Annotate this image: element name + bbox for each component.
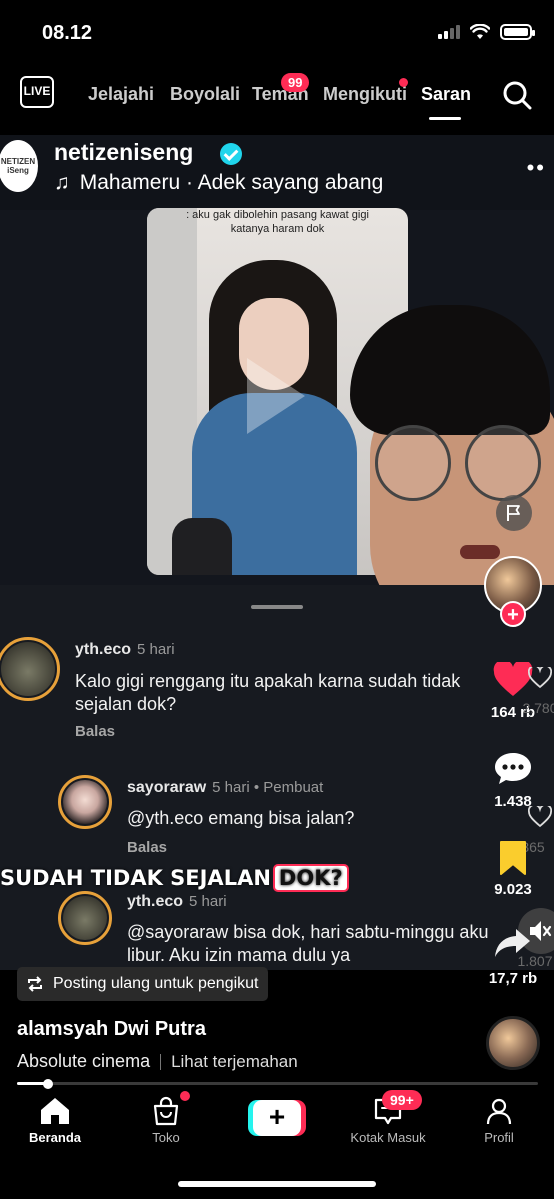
music-note-icon: ♫ (54, 171, 70, 194)
more-options-icon[interactable]: •• (527, 155, 546, 181)
comment-user[interactable]: yth.eco 5 hari (75, 641, 175, 659)
inbox-badge: 99+ (382, 1090, 422, 1110)
mengikuti-dot (399, 78, 408, 87)
progress-knob[interactable] (43, 1079, 53, 1089)
account-name[interactable]: netizeniseng (54, 139, 193, 166)
home-indicator (178, 1181, 376, 1187)
comment-avatar[interactable] (58, 775, 112, 829)
ghost-heart-icon (528, 806, 552, 828)
reply-button[interactable]: Balas (127, 839, 167, 856)
description-row: Absolute cinema Lihat terjemahan (17, 1051, 298, 1072)
music-line: ♫ Mahameru · Adek sayang abang (54, 171, 383, 195)
overlay-caption-text: SUDAH TIDAK SEJALAN (0, 866, 271, 890)
overlay-caption: SUDAH TIDAK SEJALAN DOK? (0, 861, 349, 895)
tab-beranda[interactable]: Beranda (5, 1096, 105, 1145)
bookmark-icon[interactable] (499, 840, 527, 876)
tab-label: Beranda (28, 1130, 82, 1145)
creator-hair (350, 305, 550, 435)
comment-text: Kalo gigi renggang itu apakah karna suda… (75, 671, 461, 714)
plus-icon: + (253, 1100, 301, 1136)
account-avatar[interactable]: NETIZEN iSeng (0, 140, 38, 192)
comment-avatar[interactable] (0, 637, 60, 701)
tab-saran[interactable]: Saran (421, 84, 471, 105)
tab-label: Kotak Masuk (350, 1130, 426, 1145)
toko-notification-dot (180, 1091, 190, 1101)
tab-jelajahi[interactable]: Jelajahi (88, 84, 154, 105)
repost-label: Posting ulang untuk pengikut (53, 975, 259, 992)
home-icon (41, 1098, 69, 1124)
description-text: Absolute cinema (17, 1051, 151, 1071)
comment-meta: 5 hari (137, 641, 175, 658)
video-progress-bar[interactable] (17, 1082, 538, 1085)
author-name[interactable]: alamsyah Dwi Putra (17, 1018, 206, 1041)
stitched-account-row: NETIZEN iSeng netizeniseng ♫ Mahameru · A… (0, 135, 554, 210)
like-heart-icon[interactable] (493, 662, 533, 698)
teman-badge: 99 (281, 73, 310, 92)
ghost-count: 1.807 (517, 953, 553, 969)
video-player[interactable]: NETIZEN iSeng netizeniseng ♫ Mahameru · A… (0, 135, 554, 970)
shopping-bag-icon (153, 1096, 179, 1126)
tab-boyolali[interactable]: Boyolali (170, 84, 240, 105)
comment-user[interactable]: yth.eco 5 hari (127, 893, 227, 911)
divider (160, 1053, 162, 1070)
comments-sheet: yth.eco 5 hari Kalo gigi renggang itu apa… (0, 585, 554, 970)
create-post-button[interactable]: + (248, 1100, 306, 1136)
share-count: 17,7 rb (488, 970, 538, 987)
comment-user[interactable]: sayoraraw 5 hari • Pembuat (127, 779, 323, 797)
report-button[interactable] (496, 495, 532, 531)
save-count: 9.023 (494, 881, 532, 898)
repost-icon (28, 976, 42, 992)
person-icon (486, 1098, 512, 1125)
status-time: 08.12 (42, 22, 93, 44)
music-title: Mahameru · Adek sayang abang (79, 171, 384, 194)
search-icon[interactable] (502, 80, 532, 110)
repost-for-followers-button[interactable]: Posting ulang untuk pengikut (17, 967, 269, 1001)
embedded-caption: : aku gak dibolehin pasang kawat gigi ka… (186, 209, 369, 235)
tab-toko[interactable]: Toko (116, 1096, 216, 1145)
sheet-grab-handle[interactable] (251, 605, 303, 609)
play-icon[interactable] (247, 358, 305, 434)
music-disc[interactable] (486, 1016, 540, 1070)
comment-meta: 5 hari • Pembuat (212, 779, 324, 796)
glasses-right (465, 425, 541, 501)
creator-mouth (460, 545, 500, 559)
status-icons (438, 24, 535, 40)
reply-button[interactable]: Balas (75, 723, 115, 740)
follow-plus-icon[interactable]: + (500, 601, 526, 627)
top-nav: LIVE Jelajahi Boyolali Teman 99 Mengikut… (0, 64, 554, 126)
status-bar: 08.12 (0, 0, 554, 64)
battery-icon (500, 24, 535, 40)
overlay-caption-highlight: DOK? (272, 864, 349, 892)
flag-icon (507, 505, 520, 521)
tab-label: Toko (152, 1130, 180, 1145)
comment-text: @yth.eco emang bisa jalan? (127, 808, 355, 828)
comment-bubble-icon[interactable] (494, 751, 532, 785)
ghost-heart-icon (528, 667, 552, 689)
live-tv-icon[interactable]: LIVE (20, 76, 54, 108)
active-tab-indicator (429, 117, 461, 120)
verified-badge-icon (220, 143, 242, 165)
comment-avatar[interactable] (58, 891, 112, 945)
tab-profil[interactable]: Profil (449, 1096, 549, 1145)
chair (172, 518, 232, 575)
glasses-left (375, 425, 451, 501)
tab-label: Profil (484, 1130, 514, 1145)
ghost-like-count: 2.780 (522, 700, 554, 716)
comment-meta: 5 hari (189, 893, 227, 910)
see-translation-link[interactable]: Lihat terjemahan (171, 1052, 298, 1072)
wifi-icon (470, 24, 490, 39)
comment-text: @sayoraraw bisa dok, hari sabtu-minggu a… (127, 922, 489, 965)
cellular-signal-icon (438, 25, 460, 39)
tab-mengikuti[interactable]: Mengikuti (323, 84, 407, 105)
